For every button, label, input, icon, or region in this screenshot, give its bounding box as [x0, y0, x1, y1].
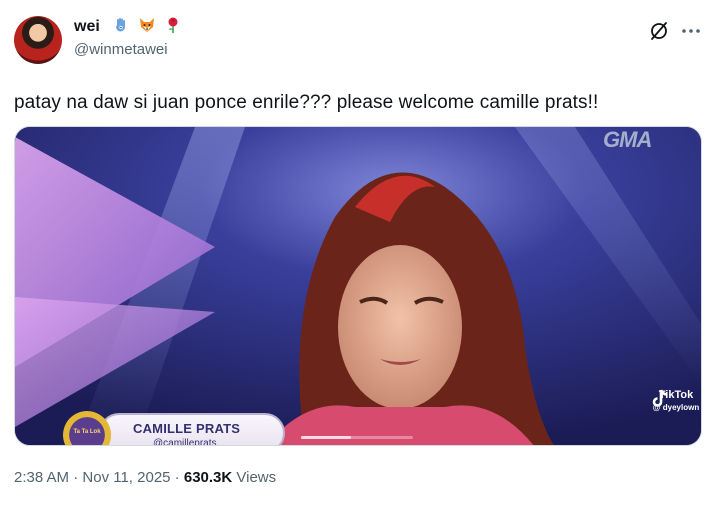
- tiktok-icon: [652, 389, 668, 407]
- meta-separator: ·: [170, 469, 184, 486]
- views-count[interactable]: 630.3K: [184, 469, 232, 486]
- tweet-date[interactable]: Nov 11, 2025: [82, 469, 170, 486]
- video-progress-fill: [301, 436, 352, 439]
- show-badge: Ta Ta Lok: [63, 411, 111, 445]
- hamsa-emoji: [116, 18, 125, 32]
- display-name[interactable]: wei: [74, 18, 100, 36]
- tweet-text: patay na daw si juan ponce enrile??? ple…: [14, 92, 599, 113]
- video-player[interactable]: GMA Ta Ta Lok CAMILLE PRATS @camilleprat…: [14, 126, 702, 446]
- tweet-time[interactable]: 2:38 AM: [14, 469, 69, 486]
- author-handle[interactable]: @winmetawei: [74, 41, 168, 58]
- views-label: Views: [232, 469, 277, 486]
- name-emojis: [112, 16, 182, 34]
- more-options-icon[interactable]: [680, 22, 702, 40]
- avatar[interactable]: [14, 16, 62, 64]
- lower-third: Ta Ta Lok CAMILLE PRATS @camilleprats: [63, 411, 285, 446]
- lower-third-handle: @camilleprats: [153, 438, 217, 446]
- video-progress-bar[interactable]: [301, 436, 413, 439]
- show-badge-text: Ta Ta Lok: [73, 429, 101, 435]
- grok-icon[interactable]: [648, 20, 670, 42]
- meta-separator: ·: [69, 469, 83, 486]
- rose-emoji: [168, 17, 178, 33]
- tweet-meta: 2:38 AM · Nov 11, 2025 · 630.3K Views: [14, 469, 276, 486]
- broadcaster-logo: GMA: [603, 127, 652, 152]
- fox-emoji: [140, 18, 154, 32]
- tiktok-watermark: TikTok @ dyeylown: [651, 389, 701, 412]
- lower-third-name: CAMILLE PRATS: [133, 421, 241, 436]
- video-frame: [15, 127, 701, 445]
